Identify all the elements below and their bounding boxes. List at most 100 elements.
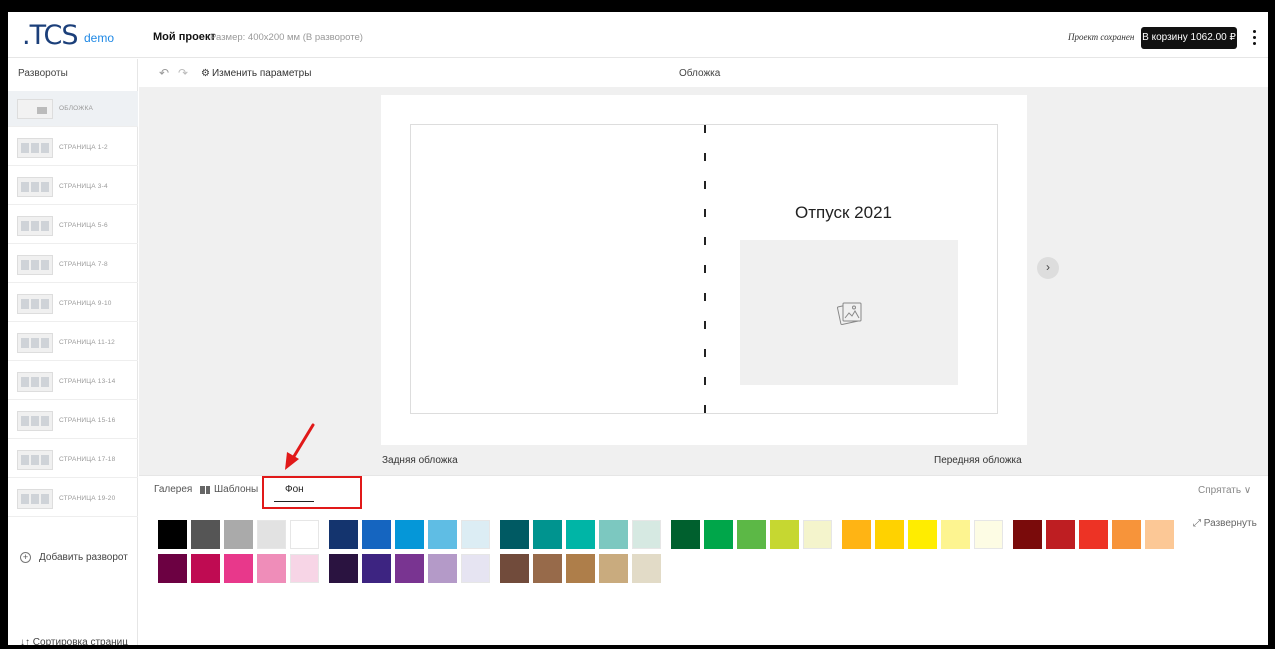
color-swatch[interactable] bbox=[908, 520, 937, 549]
color-swatch[interactable] bbox=[941, 520, 970, 549]
hide-panel-button[interactable]: Спрятать ∨ bbox=[1198, 485, 1251, 496]
color-swatch[interactable] bbox=[1046, 520, 1075, 549]
spread-label: ОБЛОЖКА bbox=[59, 105, 94, 112]
color-swatch[interactable] bbox=[737, 520, 766, 549]
color-swatch[interactable] bbox=[461, 520, 490, 549]
swatch-group bbox=[158, 554, 319, 583]
tab-gallery[interactable]: Галерея bbox=[154, 484, 192, 495]
sidebar-item-spread[interactable]: СТРАНИЦА 13-14 bbox=[8, 364, 138, 400]
add-spread-label: Добавить разворот bbox=[39, 552, 128, 563]
color-swatch[interactable] bbox=[362, 554, 391, 583]
color-swatch[interactable] bbox=[362, 520, 391, 549]
color-swatch[interactable] bbox=[290, 520, 319, 549]
spread-thumbnail bbox=[17, 371, 53, 392]
spread-label: СТРАНИЦА 11-12 bbox=[59, 339, 115, 346]
color-swatch[interactable] bbox=[875, 520, 904, 549]
color-swatch[interactable] bbox=[803, 520, 832, 549]
spread-thumbnail bbox=[17, 293, 53, 314]
color-swatch[interactable] bbox=[191, 554, 220, 583]
sidebar-item-spread[interactable]: ОБЛОЖКА bbox=[8, 91, 138, 127]
color-swatch[interactable] bbox=[533, 554, 562, 583]
add-spread-button[interactable]: + Добавить разворот bbox=[20, 552, 128, 563]
sidebar-item-spread[interactable]: СТРАНИЦА 17-18 bbox=[8, 442, 138, 478]
color-swatch[interactable] bbox=[224, 520, 253, 549]
next-spread-button[interactable]: › bbox=[1037, 257, 1059, 279]
expand-panel-button[interactable]: ⤢ Развернуть bbox=[1193, 518, 1257, 529]
color-swatch[interactable] bbox=[632, 554, 661, 583]
color-swatch[interactable] bbox=[974, 520, 1003, 549]
color-swatch[interactable] bbox=[533, 520, 562, 549]
spread-label: СТРАНИЦА 1-2 bbox=[59, 144, 108, 151]
book-spread[interactable]: Отпуск 2021 bbox=[381, 95, 1027, 445]
swatch-group bbox=[842, 520, 1003, 549]
spread-label: СТРАНИЦА 19-20 bbox=[59, 495, 116, 502]
sidebar-item-spread[interactable]: СТРАНИЦА 19-20 bbox=[8, 481, 138, 517]
cover-title-text[interactable]: Отпуск 2021 bbox=[795, 203, 892, 223]
editor-toolbar: ↶ ↷ ⚙ Изменить параметры Обложка bbox=[139, 59, 1268, 87]
project-name[interactable]: Мой проект bbox=[153, 31, 216, 43]
spread-label: СТРАНИЦА 9-10 bbox=[59, 300, 112, 307]
sidebar-item-spread[interactable]: СТРАНИЦА 1-2 bbox=[8, 130, 138, 166]
tab-templates[interactable]: Шаблоны bbox=[200, 484, 258, 495]
spread-thumbnail bbox=[17, 176, 53, 197]
spread-thumbnail bbox=[17, 98, 53, 119]
photo-placeholder[interactable] bbox=[740, 240, 958, 385]
logo[interactable]: .TCS bbox=[22, 20, 78, 51]
color-swatch[interactable] bbox=[224, 554, 253, 583]
color-swatch[interactable] bbox=[704, 520, 733, 549]
color-swatch[interactable] bbox=[158, 554, 187, 583]
color-swatch[interactable] bbox=[257, 520, 286, 549]
templates-icon bbox=[200, 485, 210, 494]
color-swatch[interactable] bbox=[671, 520, 700, 549]
color-swatch[interactable] bbox=[395, 554, 424, 583]
color-swatch[interactable] bbox=[428, 554, 457, 583]
sidebar-item-spread[interactable]: СТРАНИЦА 5-6 bbox=[8, 208, 138, 244]
color-swatch[interactable] bbox=[290, 554, 319, 583]
color-swatch[interactable] bbox=[428, 520, 457, 549]
spread-thumbnail bbox=[17, 332, 53, 353]
undo-icon[interactable]: ↶ bbox=[159, 66, 169, 80]
change-params-button[interactable]: ⚙ Изменить параметры bbox=[201, 68, 311, 79]
color-swatch[interactable] bbox=[842, 520, 871, 549]
color-swatch[interactable] bbox=[599, 554, 628, 583]
color-swatch[interactable] bbox=[566, 554, 595, 583]
sidebar-item-spread[interactable]: СТРАНИЦА 3-4 bbox=[8, 169, 138, 205]
change-params-label: Изменить параметры bbox=[211, 68, 312, 79]
spread-label: СТРАНИЦА 7-8 bbox=[59, 261, 108, 268]
color-swatch[interactable] bbox=[1145, 520, 1174, 549]
more-menu-icon[interactable] bbox=[1248, 27, 1260, 49]
color-swatch[interactable] bbox=[461, 554, 490, 583]
color-swatch[interactable] bbox=[1079, 520, 1108, 549]
sort-pages-button[interactable]: ↓↑ Сортировка страниц bbox=[20, 637, 128, 645]
back-cover-label: Задняя обложка bbox=[382, 455, 458, 466]
color-swatch[interactable] bbox=[599, 520, 628, 549]
sort-icon: ↓↑ bbox=[20, 637, 30, 645]
sidebar-item-spread[interactable]: СТРАНИЦА 11-12 bbox=[8, 325, 138, 361]
color-swatch[interactable] bbox=[770, 520, 799, 549]
color-swatch[interactable] bbox=[500, 520, 529, 549]
color-swatch[interactable] bbox=[191, 520, 220, 549]
color-swatch[interactable] bbox=[500, 554, 529, 583]
app-window: .TCS demo Мой проект Размер: 400x200 мм … bbox=[8, 12, 1268, 645]
project-size: Размер: 400x200 мм (В развороте) bbox=[210, 32, 363, 43]
color-swatch[interactable] bbox=[395, 520, 424, 549]
color-swatch[interactable] bbox=[1013, 520, 1042, 549]
color-swatch[interactable] bbox=[632, 520, 661, 549]
add-to-cart-button[interactable]: В корзину 1062.00 ₽ bbox=[1141, 27, 1237, 49]
redo-icon[interactable]: ↷ bbox=[178, 66, 188, 80]
color-swatch[interactable] bbox=[257, 554, 286, 583]
color-swatch[interactable] bbox=[1112, 520, 1141, 549]
color-swatch[interactable] bbox=[329, 554, 358, 583]
chevron-right-icon: › bbox=[1046, 260, 1050, 274]
sidebar-item-spread[interactable]: СТРАНИЦА 15-16 bbox=[8, 403, 138, 439]
color-swatch[interactable] bbox=[158, 520, 187, 549]
color-swatch[interactable] bbox=[566, 520, 595, 549]
hide-panel-label: Спрятать bbox=[1198, 485, 1242, 496]
plus-circle-icon: + bbox=[20, 552, 31, 563]
cover-layout: Отпуск 2021 bbox=[410, 124, 998, 415]
logo-demo-label: demo bbox=[84, 31, 115, 45]
sidebar-item-spread[interactable]: СТРАНИЦА 9-10 bbox=[8, 286, 138, 322]
sidebar-item-spread[interactable]: СТРАНИЦА 7-8 bbox=[8, 247, 138, 283]
spread-label: СТРАНИЦА 15-16 bbox=[59, 417, 116, 424]
color-swatch[interactable] bbox=[329, 520, 358, 549]
